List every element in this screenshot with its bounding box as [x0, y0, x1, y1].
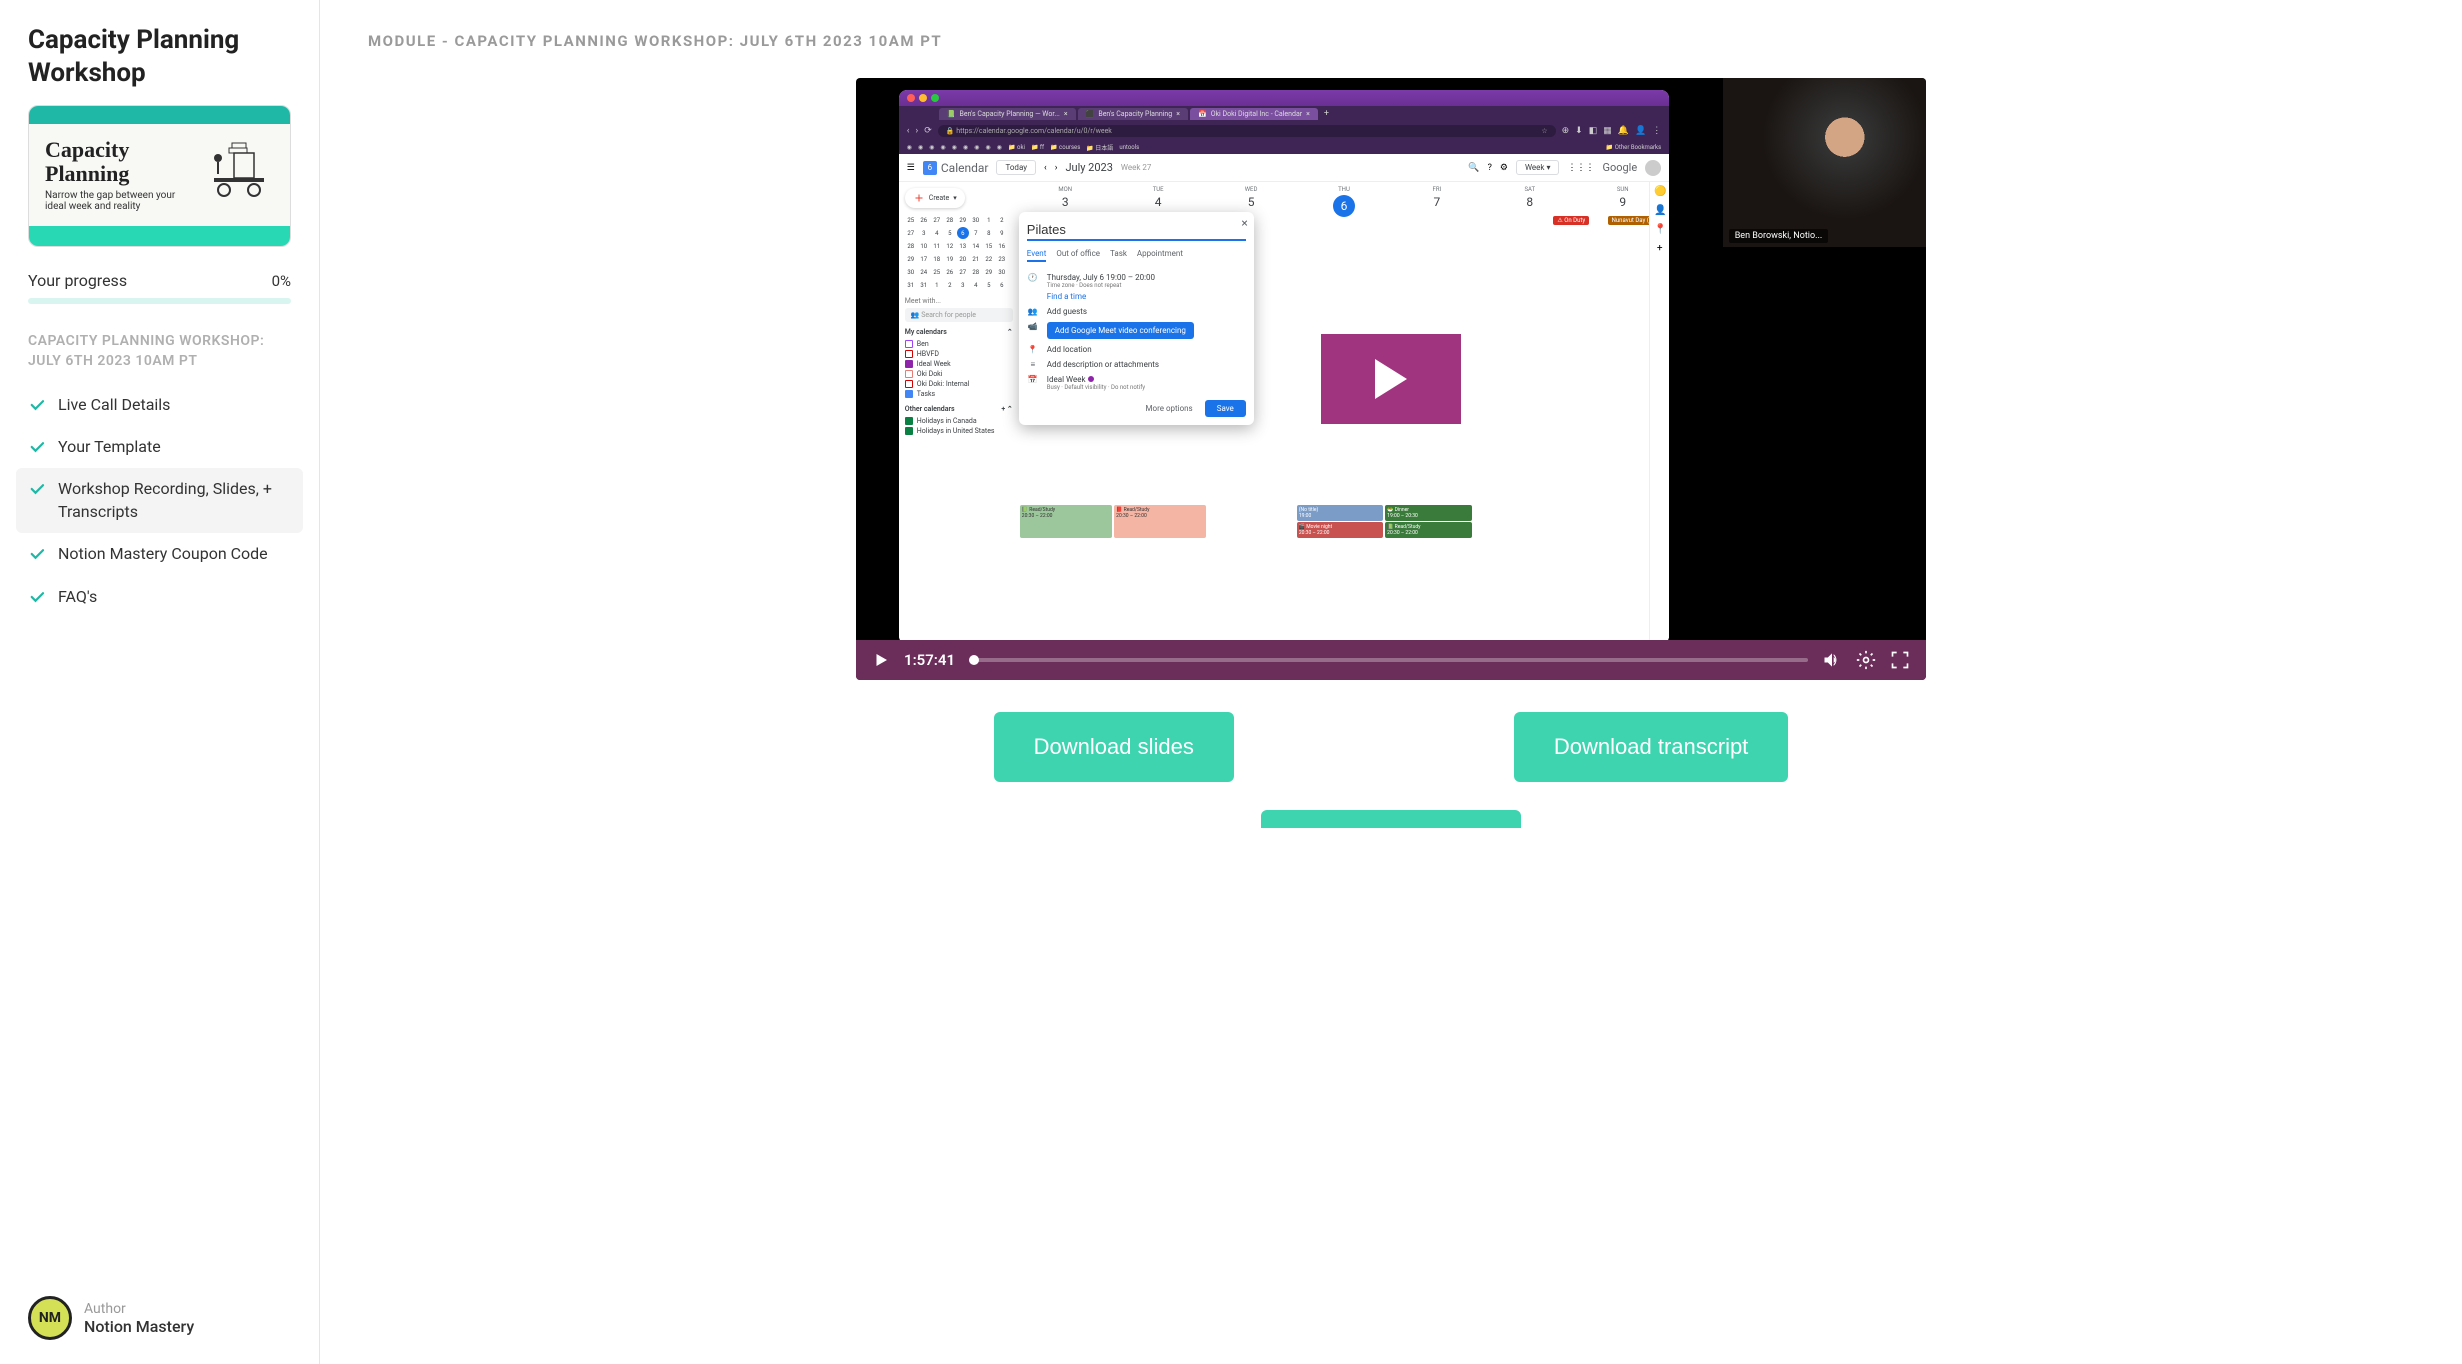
- course-title: Capacity Planning Workshop: [16, 24, 303, 89]
- apps-icon: ⋮⋮⋮: [1567, 163, 1594, 173]
- author-row: NM Author Notion Mastery: [16, 1296, 303, 1340]
- download-slides-button[interactable]: Download slides: [994, 712, 1234, 782]
- close-icon: ×: [1241, 216, 1247, 230]
- check-icon: [28, 396, 46, 414]
- nav-item-coupon[interactable]: Notion Mastery Coupon Code: [16, 533, 303, 575]
- presenter-name: Ben Borowski, Notio...: [1729, 229, 1829, 243]
- hamburger-icon: ☰: [907, 163, 915, 173]
- event-title-input: [1027, 220, 1246, 241]
- nav-label: Live Call Details: [58, 394, 170, 416]
- google-brand: Google: [1602, 161, 1637, 174]
- gcal-logo: 6 Calendar: [923, 161, 989, 175]
- gcal-header: ☰ 6 Calendar Today ‹ › July 2023 Week 27…: [899, 154, 1669, 182]
- progress-bar: [28, 298, 291, 304]
- lesson-nav: Live Call Details Your Template Workshop…: [16, 384, 303, 618]
- create-button: Create ▾: [905, 188, 965, 208]
- play-icon[interactable]: [872, 651, 890, 669]
- module-heading: MODULE - CAPACITY PLANNING WORKSHOP: JUL…: [368, 32, 2414, 50]
- nav-item-live-call[interactable]: Live Call Details: [16, 384, 303, 426]
- section-label: CAPACITY PLANNING WORKSHOP: JULY 6TH 202…: [16, 332, 303, 371]
- video-player: 📗Ben's Capacity Planning — Wor...× ⬛Ben'…: [856, 78, 1926, 680]
- partial-button[interactable]: [1261, 810, 1521, 828]
- progress-row: Your progress 0%: [16, 271, 303, 290]
- check-icon: [28, 438, 46, 456]
- month-label: July 2023: [1065, 161, 1112, 174]
- download-buttons-row: Download slides Download transcript: [368, 712, 2414, 782]
- fullscreen-icon[interactable]: [1890, 650, 1910, 670]
- video-screenshot: 📗Ben's Capacity Planning — Wor...× ⬛Ben'…: [899, 90, 1669, 644]
- browser-tab: 📗Ben's Capacity Planning — Wor...×: [939, 108, 1076, 120]
- sidebar: Capacity Planning Workshop Capacity Plan…: [0, 0, 320, 1364]
- progress-value: 0%: [272, 272, 291, 290]
- mac-window-chrome: [899, 90, 1669, 106]
- author-avatar: NM: [28, 1296, 72, 1340]
- more-options: More options: [1142, 400, 1197, 417]
- view-selector: Week ▾: [1516, 160, 1560, 175]
- nav-label: FAQ's: [58, 586, 97, 608]
- nav-item-faqs[interactable]: FAQ's: [16, 576, 303, 618]
- browser-address-row: ‹›⟳ 🔒 https://calendar.google.com/calend…: [899, 122, 1669, 140]
- address-bar: 🔒 https://calendar.google.com/calendar/u…: [938, 125, 1556, 137]
- search-icon: 🔍: [1468, 163, 1479, 173]
- save-button: Save: [1205, 400, 1246, 417]
- seek-bar[interactable]: [969, 658, 1808, 662]
- check-icon: [28, 545, 46, 563]
- volume-icon[interactable]: [1822, 650, 1842, 670]
- card-subtitle: Narrow the gap between your ideal week a…: [45, 190, 194, 212]
- mini-calendar: 25262728293012 273456789 281011121314151…: [905, 214, 1013, 291]
- play-button-overlay[interactable]: [1321, 334, 1461, 424]
- nav-label: Workshop Recording, Slides, + Transcript…: [58, 478, 291, 523]
- today-button: Today: [996, 160, 1036, 175]
- account-avatar: [1645, 160, 1661, 176]
- main-content: MODULE - CAPACITY PLANNING WORKSHOP: JUL…: [320, 0, 2462, 1364]
- check-icon: [28, 588, 46, 606]
- course-thumbnail-card: Capacity Planning Narrow the gap between…: [28, 105, 291, 247]
- nav-label: Your Template: [58, 436, 161, 458]
- plus-icon: [913, 192, 925, 204]
- play-icon: [1375, 359, 1407, 399]
- video-duration: 1:57:41: [904, 651, 955, 669]
- bookmarks-bar: ◉◉◉◉◉◉◉◉◉ 📁 oki 📁 ff 📁 courses 📁 日本語 unt…: [899, 140, 1669, 154]
- nav-item-recording[interactable]: Workshop Recording, Slides, + Transcript…: [16, 468, 303, 533]
- chevron-left-icon: ‹: [1044, 163, 1047, 173]
- nav-item-template[interactable]: Your Template: [16, 426, 303, 468]
- browser-tab-active: 📅Oki Doki Digital Inc - Calendar×: [1190, 108, 1318, 120]
- help-icon: ?: [1488, 163, 1492, 173]
- card-illustration: [204, 138, 274, 208]
- progress-label: Your progress: [28, 271, 127, 290]
- author-label: Author: [84, 1301, 194, 1317]
- browser-tabs: 📗Ben's Capacity Planning — Wor...× ⬛Ben'…: [899, 106, 1669, 122]
- gear-icon: ⚙: [1500, 163, 1508, 173]
- add-meet-button: Add Google Meet video conferencing: [1047, 322, 1194, 339]
- card-title: Capacity Planning: [45, 138, 194, 186]
- browser-tab: ⬛Ben's Capacity Planning×: [1078, 108, 1188, 120]
- author-name: Notion Mastery: [84, 1317, 194, 1336]
- partial-button-row: [368, 810, 2414, 828]
- gcal-side-panel: 🟡 👤 📍 +: [1649, 182, 1669, 644]
- video-control-bar: 1:57:41: [856, 640, 1926, 680]
- presenter-webcam: Ben Borowski, Notio...: [1723, 78, 1926, 247]
- chevron-right-icon: ›: [1055, 163, 1058, 173]
- download-transcript-button[interactable]: Download transcript: [1514, 712, 1788, 782]
- gcal-sidebar: Create ▾ 25262728293012 273456789 281011…: [899, 182, 1019, 644]
- check-icon: [28, 480, 46, 498]
- event-create-dialog: × Event Out of office Task Appointment 🕐…: [1019, 212, 1254, 425]
- nav-label: Notion Mastery Coupon Code: [58, 543, 268, 565]
- gear-icon[interactable]: [1856, 650, 1876, 670]
